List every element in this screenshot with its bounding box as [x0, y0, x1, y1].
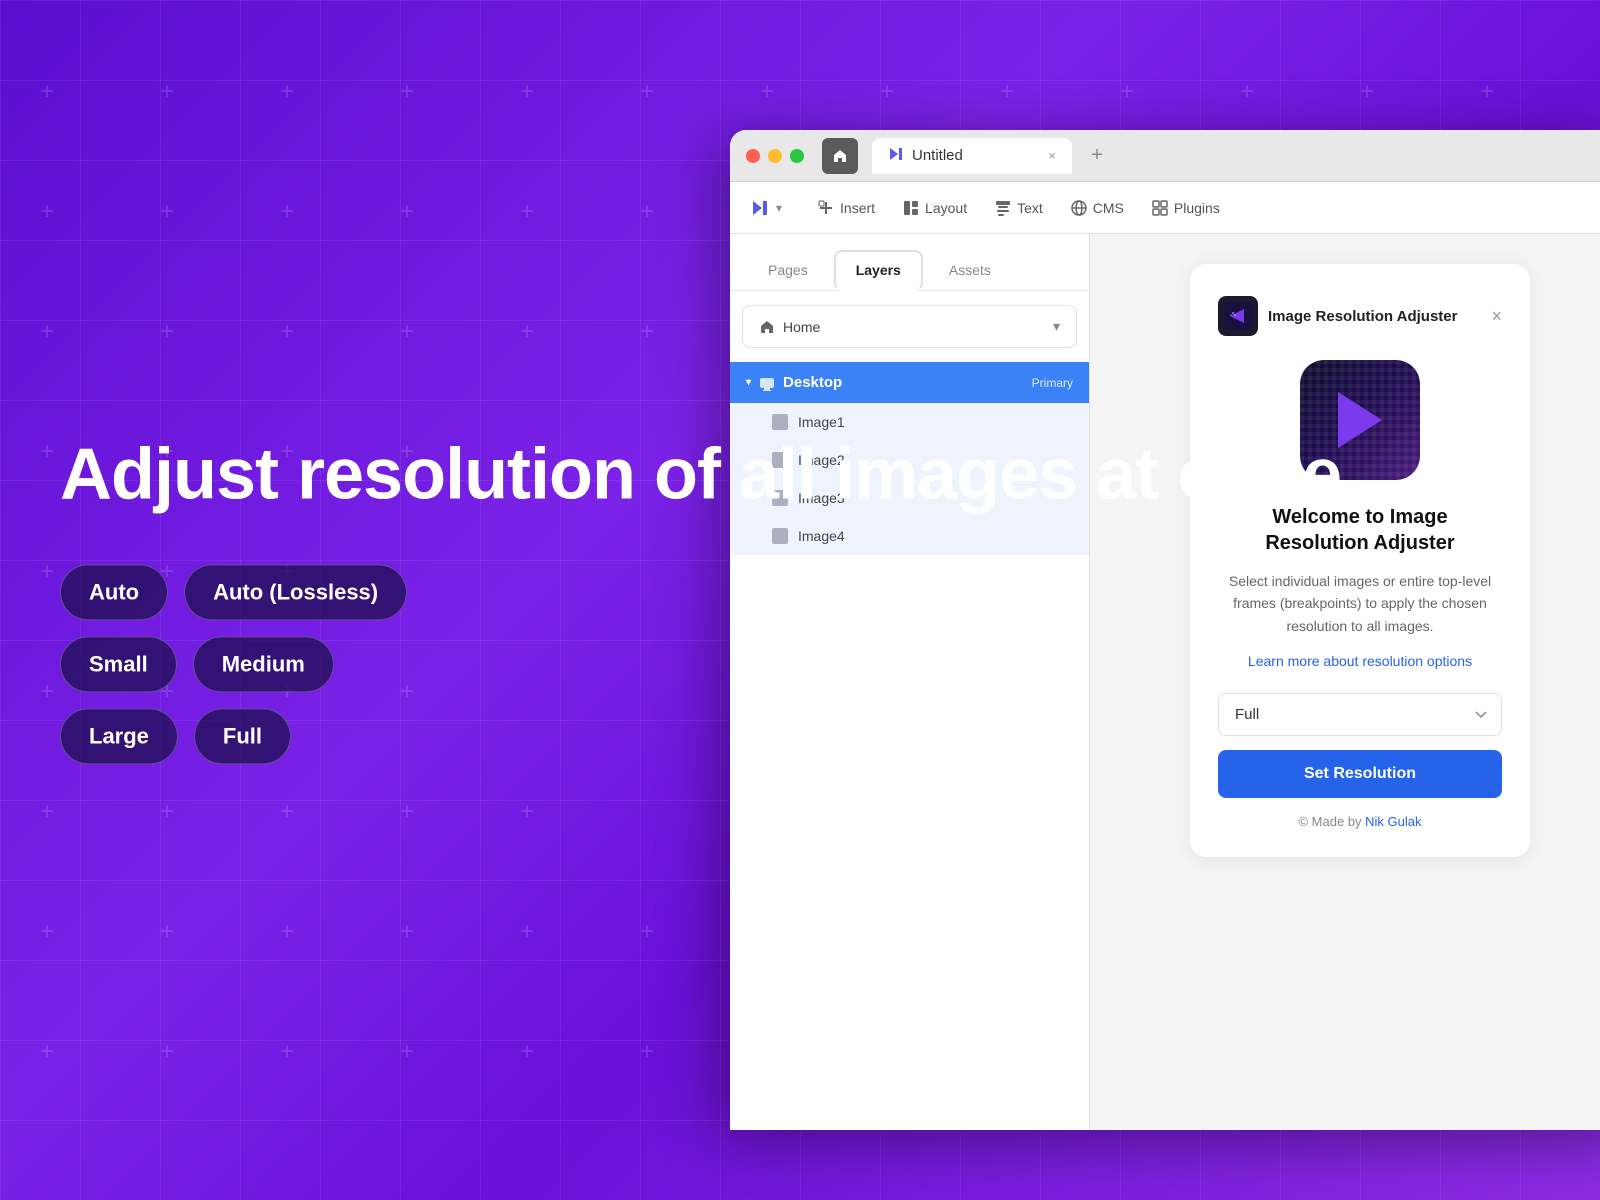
traffic-light-green[interactable]: [790, 149, 804, 163]
badge-row-1: Auto Auto (Lossless): [60, 565, 1341, 621]
layer-image1-label: Image1: [798, 414, 845, 430]
panel-tabs: Pages Layers Assets: [730, 234, 1089, 291]
tab-close-button[interactable]: ×: [1048, 148, 1056, 163]
badge-auto-lossless: Auto (Lossless): [184, 565, 407, 621]
text-label: Text: [1017, 200, 1043, 216]
badge-list: Auto Auto (Lossless) Small Medium Large …: [60, 565, 1341, 765]
home-button[interactable]: [822, 138, 858, 174]
tab-title: Untitled: [912, 147, 963, 164]
plugin-close-button[interactable]: ×: [1491, 306, 1502, 327]
plugin-header-title: Image Resolution Adjuster: [1268, 308, 1457, 325]
tab-pages[interactable]: Pages: [746, 250, 830, 290]
plugin-title-row: Image Resolution Adjuster: [1218, 296, 1457, 336]
hero-section: Adjust resolution of all images at once …: [60, 435, 1341, 764]
cms-label: CMS: [1093, 200, 1124, 216]
plugins-button[interactable]: Plugins: [1140, 193, 1232, 223]
tab-assets[interactable]: Assets: [927, 250, 1013, 290]
new-tab-button[interactable]: +: [1082, 141, 1112, 171]
primary-badge: Primary: [1032, 376, 1073, 390]
layer-desktop[interactable]: ▾ Desktop Primary: [730, 362, 1089, 403]
badge-large: Large: [60, 709, 178, 765]
image-icon: [772, 414, 788, 430]
browser-tab[interactable]: Untitled ×: [872, 138, 1072, 174]
text-button[interactable]: Text: [983, 193, 1055, 223]
insert-label: Insert: [840, 200, 875, 216]
plugins-label: Plugins: [1174, 200, 1220, 216]
home-dropdown[interactable]: Home ▾: [742, 305, 1077, 348]
layer-desktop-label: Desktop: [783, 374, 842, 391]
plugin-header: Image Resolution Adjuster ×: [1218, 296, 1502, 336]
tab-layers[interactable]: Layers: [834, 250, 923, 291]
tab-favicon: [888, 146, 904, 166]
badge-row-3: Large Full: [60, 709, 1341, 765]
plugin-footer: © Made by Nik Gulak: [1298, 814, 1421, 829]
cms-button[interactable]: CMS: [1059, 193, 1136, 223]
layout-label: Layout: [925, 200, 967, 216]
title-bar: Untitled × +: [730, 130, 1600, 182]
badge-auto: Auto: [60, 565, 168, 621]
home-dropdown-label: Home: [783, 319, 820, 335]
play-arrow-icon: [1338, 392, 1382, 448]
traffic-light-red[interactable]: [746, 149, 760, 163]
badge-medium: Medium: [193, 637, 334, 693]
hero-title: Adjust resolution of all images at once: [60, 435, 1341, 514]
footer-author-link[interactable]: Nik Gulak: [1365, 814, 1421, 829]
badge-small: Small: [60, 637, 177, 693]
dropdown-arrow-icon: ▾: [1053, 318, 1060, 335]
toolbar-logo[interactable]: ▾: [750, 198, 782, 218]
insert-button[interactable]: Insert: [806, 193, 887, 223]
traffic-lights: [746, 149, 804, 163]
badge-row-2: Small Medium: [60, 637, 1341, 693]
footer-text: © Made by: [1298, 814, 1361, 829]
layer-desktop-chevron: ▾: [746, 377, 751, 388]
toolbar: ▾ Insert Layout Text CMS Plugins: [730, 182, 1600, 234]
traffic-light-yellow[interactable]: [768, 149, 782, 163]
layout-button[interactable]: Layout: [891, 193, 979, 223]
logo-chevron: ▾: [776, 201, 782, 215]
badge-full: Full: [194, 709, 291, 765]
plugin-icon-box: [1218, 296, 1258, 336]
